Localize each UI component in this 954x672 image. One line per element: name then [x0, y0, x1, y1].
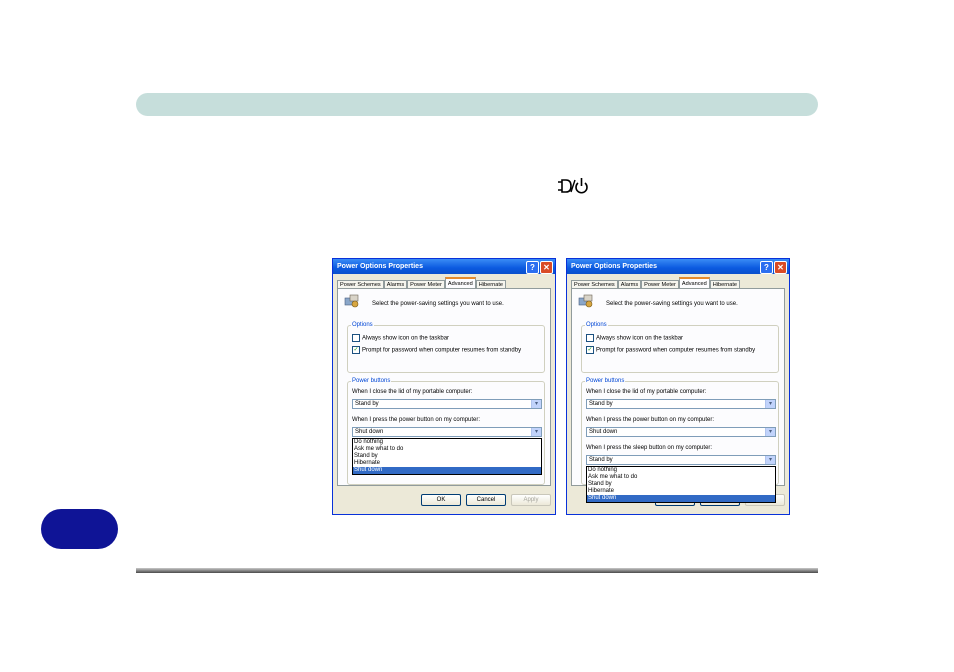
- advanced-panel: Select the power-saving settings you wan…: [571, 288, 785, 503]
- dropdown-item-selected[interactable]: Shut down: [587, 495, 775, 502]
- option-show-icon-label: Always show icon on the taskbar: [596, 335, 684, 342]
- tab-strip: Power Schemes Alarms Power Meter Advanced Hi…: [571, 277, 741, 290]
- dropdown-item[interactable]: Stand by: [353, 453, 541, 460]
- chevron-down-icon[interactable]: ▾: [531, 400, 541, 408]
- dropdown-item[interactable]: Do nothing: [587, 467, 775, 474]
- chevron-down-icon[interactable]: ▾: [531, 428, 541, 436]
- checkbox-unchecked[interactable]: [586, 334, 594, 342]
- power-options-dialog-1: Power Options Properties ? ✕ Power Schem…: [332, 258, 556, 515]
- advanced-panel: Select the power-saving settings you wan…: [337, 288, 551, 486]
- option-prompt-password-label: Prompt for password when computer resume…: [362, 347, 522, 354]
- footer-rule: [136, 568, 818, 573]
- option-show-icon-label: Always show icon on the taskbar: [362, 335, 450, 342]
- power-buttons-group: Power buttons When I close the lid of my…: [581, 378, 779, 503]
- dropdown-item[interactable]: Hibernate: [353, 460, 541, 467]
- dropdown-item[interactable]: Ask me what to do: [353, 446, 541, 453]
- header-bar: [136, 93, 818, 116]
- lid-select-value: Stand by: [355, 401, 379, 407]
- dropdown-item[interactable]: Ask me what to do: [587, 474, 775, 481]
- sleep-button-label: When I press the sleep button on my comp…: [586, 445, 713, 451]
- lid-select[interactable]: Stand by ▾: [586, 399, 776, 409]
- cancel-button[interactable]: Cancel: [466, 494, 506, 506]
- power-options-dialog-2: Power Options Properties ? ✕ Power Schem…: [566, 258, 790, 515]
- sleep-button-dropdown: Do nothing Ask me what to do Stand by Hi…: [586, 466, 776, 503]
- dropdown-item[interactable]: Stand by: [587, 481, 775, 488]
- power-button-dropdown: Do nothing Ask me what to do Stand by Hi…: [352, 438, 542, 475]
- option-prompt-password-label: Prompt for password when computer resume…: [596, 347, 756, 354]
- dropdown-item-selected[interactable]: Shut down: [353, 467, 541, 474]
- lid-label: When I close the lid of my portable comp…: [352, 389, 473, 395]
- power-button-select[interactable]: Shut down ▾: [586, 427, 776, 437]
- options-group: Options Always show icon on the taskbar …: [347, 322, 545, 373]
- power-options-icon: [344, 294, 359, 308]
- lid-select-value: Stand by: [589, 401, 613, 407]
- power-button-label: When I press the power button on my comp…: [586, 417, 715, 423]
- help-icon[interactable]: ?: [526, 261, 539, 274]
- power-sleep-icon: [558, 178, 588, 194]
- chevron-down-icon[interactable]: ▾: [765, 456, 775, 464]
- option-prompt-password[interactable]: ✓ Prompt for password when computer resum…: [352, 346, 521, 354]
- apply-button[interactable]: Apply: [511, 494, 551, 506]
- options-group-label: Options: [585, 322, 608, 328]
- dropdown-item[interactable]: Hibernate: [587, 488, 775, 495]
- close-icon[interactable]: ✕: [774, 261, 787, 274]
- lid-select[interactable]: Stand by ▾: [352, 399, 542, 409]
- option-show-icon[interactable]: Always show icon on the taskbar: [352, 334, 449, 342]
- checkbox-unchecked[interactable]: [352, 334, 360, 342]
- checkmark-icon[interactable]: ✓: [586, 346, 594, 354]
- power-button-label: When I press the power button on my comp…: [352, 417, 481, 423]
- options-group: Options Always show icon on the taskbar …: [581, 322, 779, 373]
- page-tab: [41, 509, 118, 549]
- sleep-button-select-value: Stand by: [589, 457, 613, 463]
- checkmark-icon[interactable]: ✓: [352, 346, 360, 354]
- power-button-select[interactable]: Shut down ▾: [352, 427, 542, 437]
- power-button-select-value: Shut down: [355, 429, 384, 435]
- chevron-down-icon[interactable]: ▾: [765, 428, 775, 436]
- power-button-select-value: Shut down: [589, 429, 618, 435]
- dialog-titlebar: Power Options Properties: [567, 259, 789, 274]
- tab-strip: Power Schemes Alarms Power Meter Advanced Hi…: [337, 277, 507, 290]
- options-group-label: Options: [351, 322, 374, 328]
- power-buttons-group-label: Power buttons: [585, 378, 626, 384]
- sleep-button-select[interactable]: Stand by ▾: [586, 455, 776, 465]
- chevron-down-icon[interactable]: ▾: [765, 400, 775, 408]
- help-icon[interactable]: ?: [760, 261, 773, 274]
- option-show-icon[interactable]: Always show icon on the taskbar: [586, 334, 683, 342]
- power-options-icon: [578, 294, 593, 308]
- intro-text: Select the power-saving settings you wan…: [606, 301, 738, 307]
- dropdown-item[interactable]: Do nothing: [353, 439, 541, 446]
- option-prompt-password[interactable]: ✓ Prompt for password when computer resum…: [586, 346, 755, 354]
- power-buttons-group: Power buttons When I close the lid of my…: [347, 378, 545, 485]
- ok-button[interactable]: OK: [421, 494, 461, 506]
- intro-text: Select the power-saving settings you wan…: [372, 301, 504, 307]
- power-buttons-group-label: Power buttons: [351, 378, 392, 384]
- dialog-titlebar: Power Options Properties: [333, 259, 555, 274]
- close-icon[interactable]: ✕: [540, 261, 553, 274]
- lid-label: When I close the lid of my portable comp…: [586, 389, 707, 395]
